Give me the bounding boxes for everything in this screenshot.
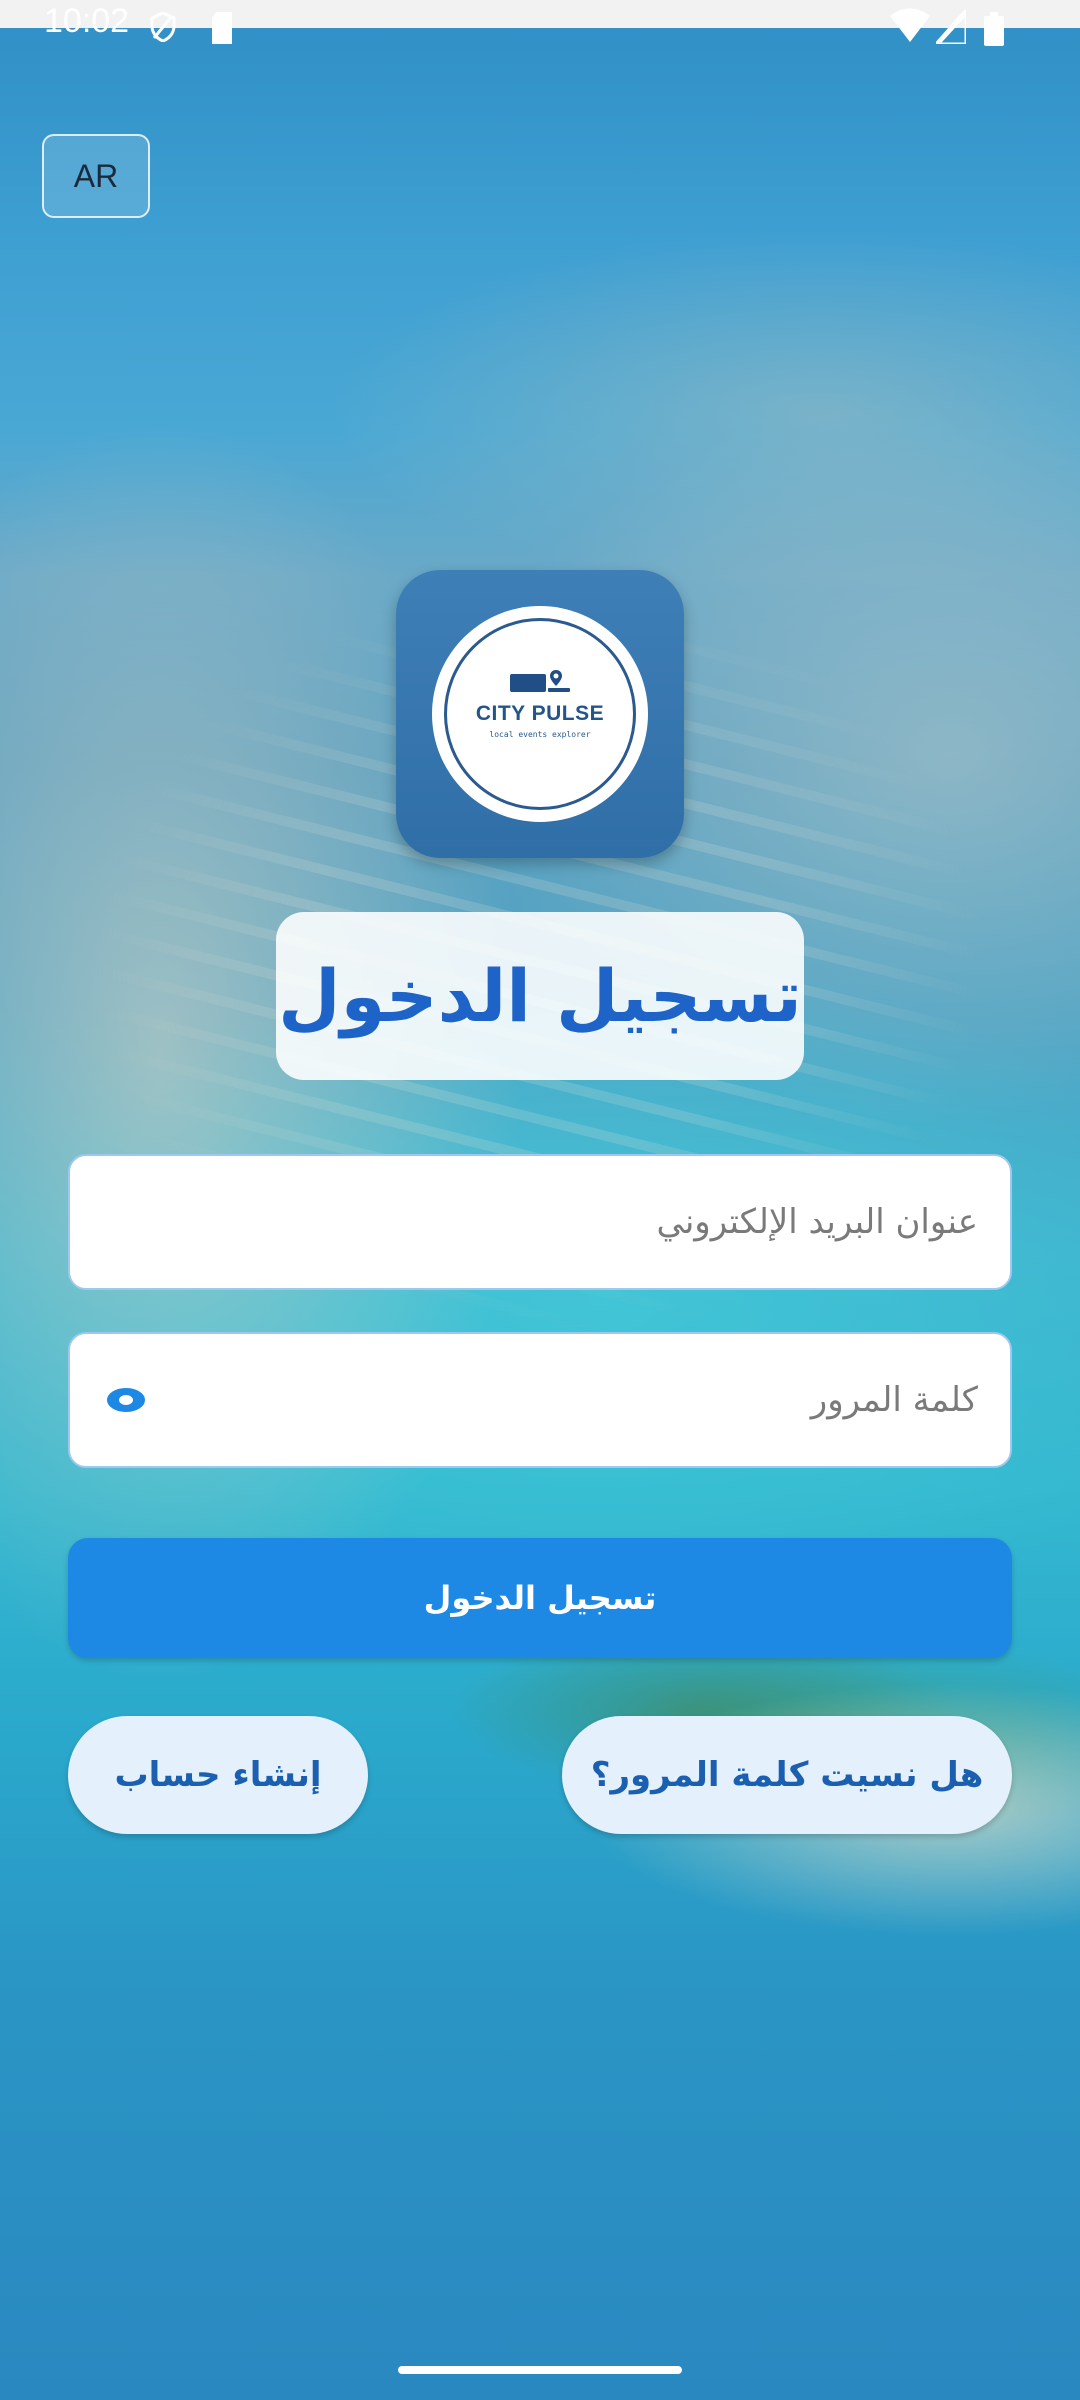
language-toggle-button[interactable]: AR [42, 134, 150, 218]
logo-tagline: local events explorer [489, 730, 591, 739]
wifi-icon [890, 8, 930, 42]
ticket-pin-icon [510, 670, 570, 692]
password-field[interactable] [70, 1334, 1010, 1466]
forgot-password-button[interactable]: هل نسيت كلمة المرور؟ [562, 1716, 1012, 1834]
login-button[interactable]: تسجيل الدخول [68, 1538, 1012, 1658]
eye-icon[interactable] [106, 1386, 146, 1414]
battery-icon [984, 12, 1004, 46]
logo-badge: CITY PULSE local events explorer [432, 606, 648, 822]
logo-name: CITY PULSE [475, 702, 605, 725]
email-field[interactable] [70, 1156, 1010, 1288]
home-indicator[interactable] [398, 2366, 682, 2374]
password-field-container[interactable] [68, 1332, 1012, 1468]
create-account-button[interactable]: إنشاء حساب [68, 1716, 368, 1834]
title-card: تسجيل الدخول [276, 912, 804, 1080]
app-logo: CITY PULSE local events explorer [396, 570, 684, 858]
sim-card-icon [212, 12, 232, 44]
email-field-container[interactable] [68, 1154, 1012, 1290]
background-texture [0, 360, 1080, 1460]
page-title: تسجيل الدخول [278, 954, 802, 1038]
shield-icon [150, 12, 176, 42]
status-time: 10:02 [44, 2, 130, 40]
signal-icon [936, 10, 966, 44]
